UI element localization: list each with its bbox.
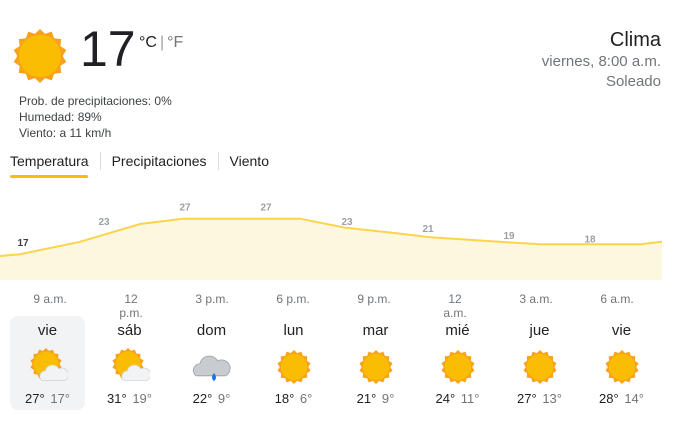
sun-disc	[608, 353, 635, 381]
tab-precipitation[interactable]: Precipitaciones	[99, 152, 218, 170]
sun-icon	[274, 347, 314, 387]
unit-toggle: °C | °F	[139, 34, 183, 52]
sun-icon	[12, 28, 68, 89]
forecast-low: 13°	[542, 391, 562, 406]
forecast-day[interactable]: dom 22° 9°	[174, 316, 249, 410]
chart-data-label: 23	[341, 217, 353, 228]
forecast-day-name: mar	[362, 322, 389, 339]
forecast-day[interactable]: mié 24° 11°	[420, 316, 495, 410]
forecast-day[interactable]: lun 18° 6°	[256, 316, 331, 410]
hour-label: 9 p.m.	[357, 292, 391, 306]
forecast-high: 18°	[274, 391, 295, 406]
partly-cloudy-icon	[110, 347, 151, 387]
forecast-low: 11°	[460, 391, 480, 406]
forecast-day[interactable]: jue 27° 13°	[502, 316, 577, 410]
forecast-high: 27°	[25, 391, 45, 406]
sun-icon	[602, 347, 642, 387]
sun-icon	[520, 347, 560, 387]
forecast-high: 31°	[107, 391, 127, 406]
humidity: Humedad: 89%	[19, 110, 102, 124]
weather-header: Clima viernes, 8:00 a.m. Soleado	[542, 28, 661, 92]
forecast-high: 28°	[599, 391, 619, 406]
precipitation-probability: Prob. de precipitaciones: 0%	[19, 94, 172, 108]
forecast-low: 14°	[624, 391, 644, 406]
sun-disc	[526, 353, 553, 381]
forecast-high: 27°	[517, 391, 537, 406]
forecast-day-name: sáb	[117, 322, 142, 339]
chart-data-label: 27	[260, 203, 272, 214]
chart-data-label: 21	[422, 224, 434, 235]
forecast-low: 6°	[299, 391, 313, 406]
sun-disc	[280, 353, 307, 381]
chart-data-label: 18	[584, 235, 596, 246]
forecast-day[interactable]: vie 27° 17°	[10, 316, 85, 410]
wind: Viento: a 11 km/h	[19, 126, 112, 140]
chart-data-label: 23	[98, 217, 110, 228]
sun-disc	[362, 353, 389, 381]
forecast-day-name: mié	[445, 322, 470, 339]
weather-datetime: viernes, 8:00 a.m.	[541, 53, 661, 70]
sun-disc	[444, 353, 471, 381]
forecast-day[interactable]: vie 28° 14°	[584, 316, 659, 410]
forecast-high: 22°	[192, 391, 213, 406]
hour-label: 9 a.m.	[33, 292, 67, 306]
forecast-high: 21°	[356, 391, 377, 406]
rain-cloud-icon	[192, 347, 232, 387]
weather-condition: Soleado	[605, 73, 661, 90]
weather-title: Clima	[609, 29, 661, 51]
sun-icon	[356, 347, 396, 387]
chart-tabs: Temperatura Precipitaciones Viento	[10, 152, 280, 170]
hour-label: 6 a.m.	[600, 292, 634, 306]
forecast-low: 9°	[381, 391, 395, 406]
forecast-low: 9°	[217, 391, 231, 406]
chart-data-label: 17	[17, 238, 29, 249]
forecast-day-name: lun	[283, 322, 304, 339]
unit-fahrenheit[interactable]: °F	[167, 34, 183, 51]
unit-celsius[interactable]: °C	[139, 34, 157, 51]
active-tab-indicator	[10, 175, 88, 178]
forecast-day-name: vie	[611, 322, 632, 339]
tab-wind[interactable]: Viento	[217, 152, 280, 170]
forecast-day-name: dom	[196, 322, 227, 339]
current-temperature: 17	[80, 21, 136, 77]
tab-temperature[interactable]: Temperatura	[10, 152, 100, 170]
forecast-low: 19°	[132, 391, 152, 406]
unit-separator: |	[159, 34, 165, 51]
forecast-low: 17°	[50, 391, 70, 406]
hour-label: 6 p.m.	[276, 292, 310, 306]
forecast-day-name: jue	[529, 322, 550, 339]
hour-label: 3 a.m.	[519, 292, 553, 306]
hour-label: 3 p.m.	[195, 292, 229, 306]
forecast-high: 24°	[435, 391, 456, 406]
forecast-day[interactable]: sáb 31° 19°	[92, 316, 167, 410]
partly-cloudy-icon	[28, 347, 69, 387]
current-details: Prob. de precipitaciones: 0% Humedad: 89…	[19, 93, 172, 141]
sun-disc	[18, 34, 62, 78]
forecast-day-name: vie	[37, 322, 58, 339]
chart-data-label: 27	[179, 203, 191, 214]
forecast-day[interactable]: mar 21° 9°	[338, 316, 413, 410]
temperature-chart: 17 23 27 27 23 21 19 18	[0, 203, 662, 280]
chart-data-label: 19	[503, 231, 515, 242]
sun-icon	[438, 347, 478, 387]
